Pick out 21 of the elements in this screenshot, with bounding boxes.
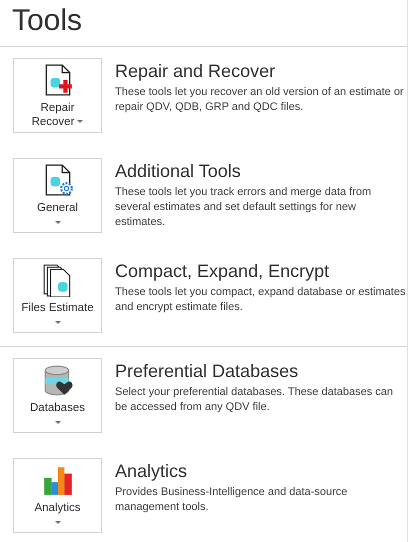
section-heading: Analytics [115,460,188,482]
section-description: These tools let you recover an old version of an estimate or repair QDV, QDB, GRP and QDC files. [115,85,405,115]
caret-icon [54,421,60,424]
section-description: Select your preferential databases. These databases can be accessed from any QDV file. [115,385,394,415]
section-heading: Additional Tools [115,160,242,182]
section-heading: Preferential Databases [115,360,300,382]
tool-button[interactable]: General [13,158,102,233]
caret-icon [54,221,60,224]
section-description: Provides Business-Intelligence and data-source management tools. [115,485,348,515]
caret-icon [54,321,60,324]
page-title: Tools [11,3,84,39]
caret-icon [54,521,60,524]
section-description: These tools let you compact, expand database or estimates and encrypt estimate files. [115,285,406,315]
tool-button[interactable]: Files Estimate [13,258,102,333]
tool-button[interactable]: Databases [13,358,102,433]
section-description: These tools let you track errors and merge data from several estimates and set default settings for new estimates. [115,185,372,230]
section-heading: Compact, Expand, Encrypt [115,260,330,282]
caret-icon [77,120,84,124]
tool-button[interactable]: Analytics [13,458,102,533]
tool-button[interactable]: Repair Recover [13,58,102,133]
section-heading: Repair and Recover [115,60,276,82]
